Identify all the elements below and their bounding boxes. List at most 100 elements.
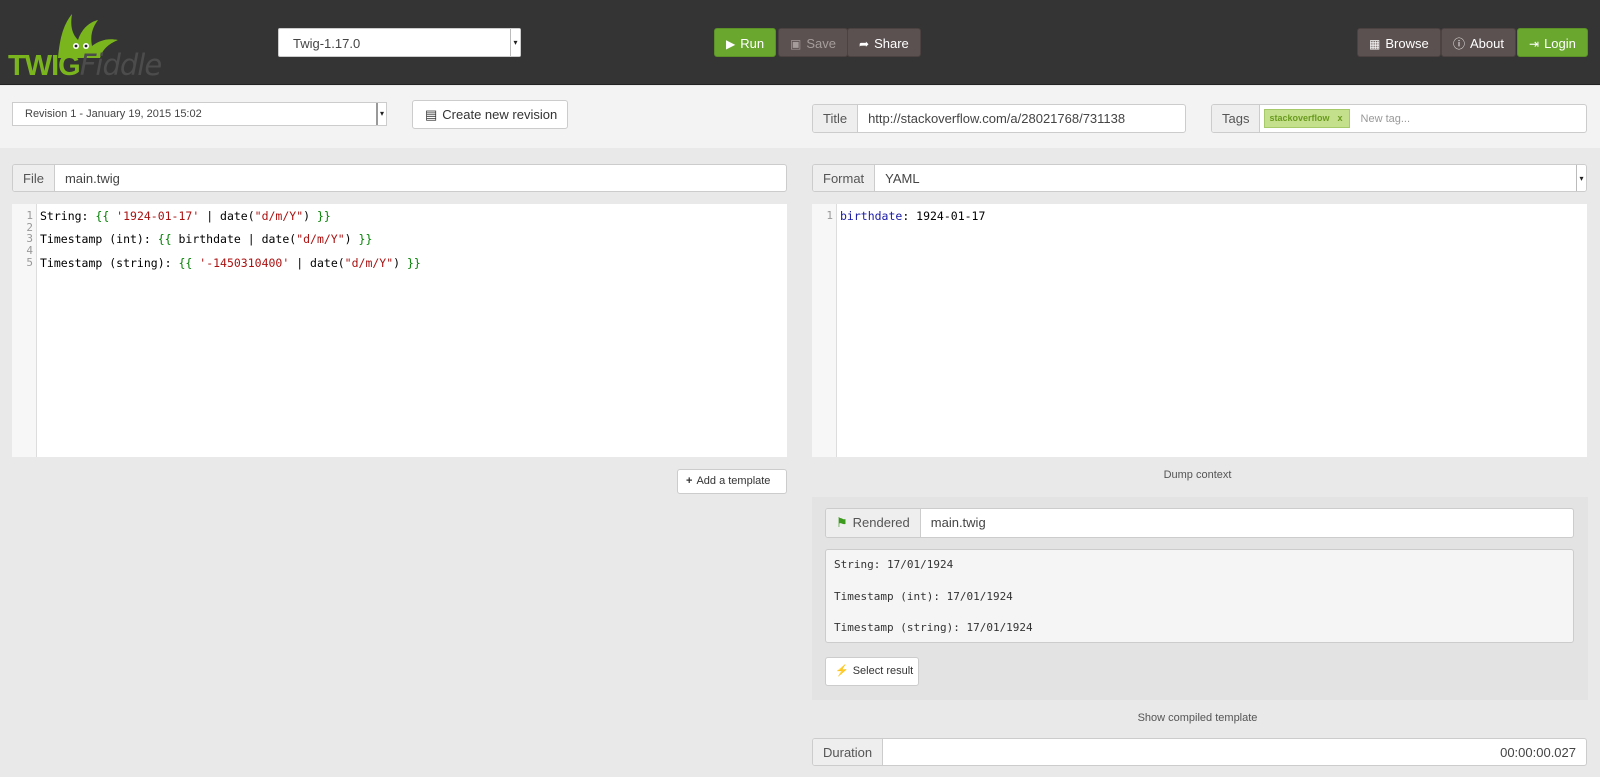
run-button[interactable]: ▶ Run (714, 28, 777, 57)
tags-group: Tags stackoverflow x New tag... (1211, 104, 1587, 133)
create-revision-button[interactable]: ▤ Create new revision (412, 100, 568, 129)
file-name-input[interactable]: main.twig (55, 165, 130, 191)
format-label: Format (813, 165, 876, 191)
code-token: String: (40, 209, 96, 223)
chevron-down-icon: ▾ (376, 103, 386, 125)
save-button[interactable]: ▣ Save (778, 28, 848, 57)
browse-button[interactable]: ▦ Browse (1357, 28, 1441, 57)
login-button[interactable]: ⇥ Login (1517, 28, 1588, 57)
duration-value: 00:00:00.027 (1500, 745, 1576, 760)
code-token: Timestamp (int): (40, 232, 158, 247)
code-token: }} (358, 232, 373, 247)
code-token: | date( (199, 209, 255, 223)
line-number: 5 (26, 255, 33, 269)
rendered-group: ⚑ Rendered main.twig (825, 508, 1574, 538)
dump-context-link[interactable]: Dump context (812, 469, 1583, 481)
code-line: Timestamp (string): {{ '-1450310400' | d… (40, 256, 421, 270)
save-button-label: Save (806, 36, 836, 51)
code-token: }} (407, 255, 421, 270)
code-token: birthdate (840, 209, 903, 223)
line-number: 1 (826, 209, 833, 222)
revision-bar: Revision 1 - January 19, 2015 15:02 ▾ ▤ C… (0, 86, 1600, 148)
code-line: birthdate: 1924-01-17 (840, 209, 985, 223)
rendered-label: Rendered (852, 515, 910, 530)
select-result-label: Select result (852, 665, 914, 677)
tag-chip[interactable]: stackoverflow x (1264, 109, 1350, 128)
grid-icon: ▦ (1369, 37, 1381, 51)
title-label: Title (813, 105, 859, 132)
rendered-output: String: 17/01/1924 Timestamp (int): 17/0… (825, 549, 1574, 643)
code-token: {{ (178, 255, 200, 270)
info-icon: ⓘ (1453, 37, 1466, 51)
chevron-down-icon: ▾ (1576, 165, 1586, 191)
revision-select-value: Revision 1 - January 19, 2015 15:02 (25, 108, 202, 120)
code-token: '1924-01-17' (116, 209, 200, 223)
login-icon: ⇥ (1529, 37, 1540, 51)
output-line: Timestamp (int): 17/01/1924 (834, 589, 1013, 603)
logo-fiddle-text: Fiddle (79, 48, 162, 82)
bolt-icon: ⚡ (835, 665, 849, 677)
output-line: String: 17/01/1924 (834, 558, 954, 571)
share-button[interactable]: ➦ Share (847, 28, 921, 57)
plus-icon: + (686, 475, 693, 487)
browse-button-label: Browse (1385, 36, 1429, 51)
top-navbar: TWIGFiddle Twig-1.17.0 ▾ ▶ Run ▣ Save ➦ Sha… (0, 0, 1600, 85)
show-compiled-link[interactable]: Show compiled template (812, 712, 1583, 724)
code-line: String: {{ '1924-01-17' | date("d/m/Y") … (40, 209, 331, 223)
title-group: Title http://stackoverflow.com/a/2802176… (812, 104, 1186, 133)
code-token: Timestamp (string): (40, 255, 179, 270)
tag-label: stackoverflow (1269, 113, 1330, 123)
file-icon: ▤ (425, 107, 438, 122)
code-token: ) (344, 232, 359, 247)
line-number-gutter: 12345 (12, 204, 37, 457)
code-token: "d/m/Y" (296, 232, 345, 247)
twig-version-select[interactable]: Twig-1.17.0 ▾ (278, 28, 521, 57)
code-token: birthdate | date( (178, 232, 297, 247)
logo-twig-text: TWIG (8, 50, 81, 82)
about-button-label: About (1470, 36, 1504, 51)
share-icon: ➦ (859, 37, 870, 51)
code-token: "d/m/Y" (344, 255, 394, 270)
format-select[interactable]: YAML ▾ (875, 165, 1586, 191)
code-token: {{ (95, 209, 117, 223)
code-token: : 1924-01-17 (902, 209, 986, 223)
result-panel: ⚑ Rendered main.twig String: 17/01/1924 T… (812, 497, 1588, 700)
file-label: File (13, 165, 55, 191)
select-result-button[interactable]: ⚡ Select result (825, 657, 919, 686)
code-token: | date( (289, 255, 345, 270)
output-line: Timestamp (string): 17/01/1924 (834, 621, 1033, 634)
create-revision-label: Create new revision (442, 107, 558, 122)
add-template-label: Add a template (696, 475, 771, 487)
add-template-button[interactable]: + Add a template (677, 469, 787, 494)
login-button-label: Login (1544, 36, 1576, 51)
twigfiddle-logo[interactable]: TWIGFiddle (8, 6, 162, 82)
format-select-value: YAML (885, 171, 920, 186)
chevron-down-icon: ▾ (510, 29, 520, 56)
line-number-gutter: 1 (812, 204, 837, 457)
tags-label: Tags (1212, 105, 1261, 132)
code-token: }} (316, 209, 331, 223)
code-token: "d/m/Y" (254, 209, 304, 223)
context-code-editor[interactable]: 1 birthdate: 1924-01-17 (812, 204, 1587, 457)
tag-remove-button[interactable]: x (1338, 113, 1343, 123)
about-button[interactable]: ⓘ About (1441, 28, 1516, 57)
new-tag-input[interactable]: New tag... (1361, 105, 1411, 132)
share-button-label: Share (874, 36, 909, 51)
duration-label: Duration (813, 739, 884, 765)
code-token: ) (393, 255, 407, 270)
format-group: Format YAML ▾ (812, 164, 1587, 192)
title-input[interactable]: http://stackoverflow.com/a/28021768/7311… (858, 105, 1135, 132)
rendered-file-name[interactable]: main.twig (921, 509, 996, 537)
run-button-label: Run (740, 36, 765, 51)
revision-select[interactable]: Revision 1 - January 19, 2015 15:02 ▾ (12, 102, 387, 126)
twig-version-value: Twig-1.17.0 (293, 36, 361, 51)
play-icon: ▶ (726, 37, 736, 51)
save-icon: ▣ (790, 37, 802, 51)
flag-icon: ⚑ (836, 515, 848, 530)
code-token: '-1450310400' (199, 255, 290, 270)
file-name-group: File main.twig (12, 164, 787, 192)
code-line: Timestamp (int): {{ birthdate | date("d/… (40, 232, 372, 246)
code-token: ) (303, 209, 317, 223)
template-code-editor[interactable]: 12345 String: {{ '1924-01-17' | date("d/… (12, 204, 787, 457)
rendered-label-addon: ⚑ Rendered (826, 509, 921, 537)
